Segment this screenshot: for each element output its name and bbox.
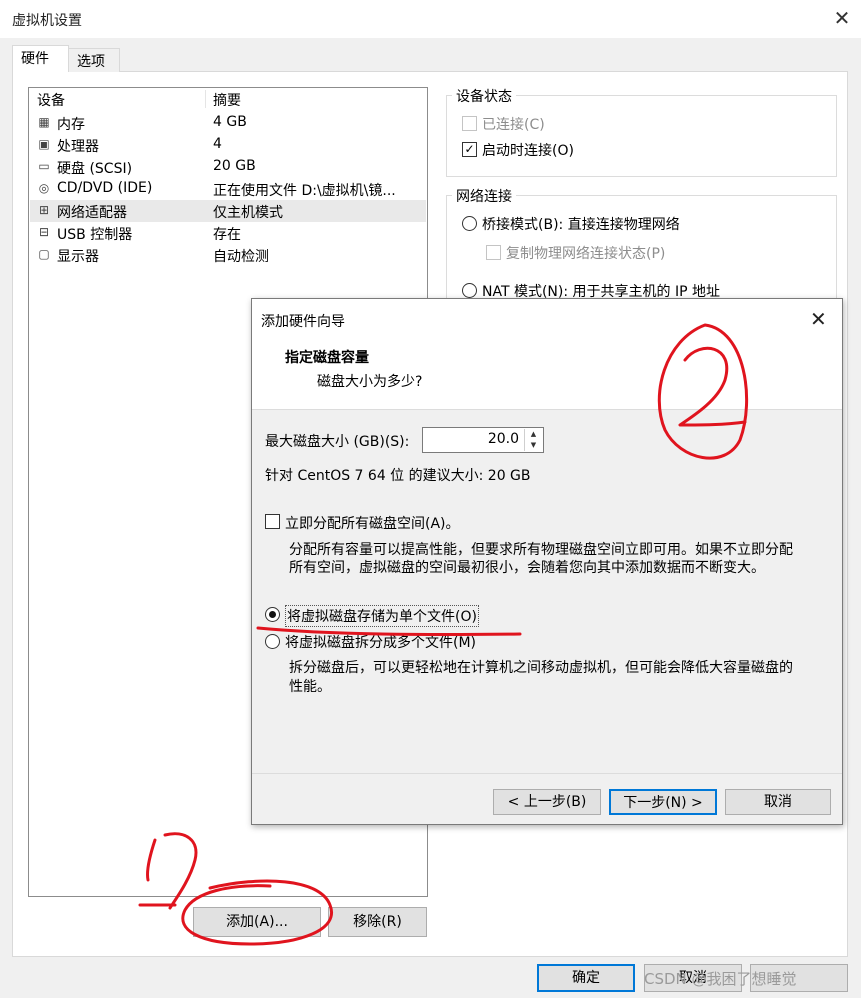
device-row-usb[interactable]: ⊟ USB 控制器 存在: [30, 222, 426, 244]
device-summary: 4: [213, 136, 222, 152]
split-desc-line-2: 性能。: [289, 679, 331, 695]
nat-radio[interactable]: [462, 283, 477, 298]
cd-dvd-icon: ◎: [38, 181, 50, 195]
add-hardware-button[interactable]: 添加(A)...: [193, 907, 321, 937]
replicate-state-label: 复制物理网络连接状态(P): [506, 246, 666, 262]
single-file-radio[interactable]: [265, 607, 280, 622]
next-button[interactable]: 下一步(N) >: [609, 789, 717, 815]
allocate-desc-line-2: 所有空间，虚拟磁盘的空间最初很小，会随着您向其中添加数据而不断变大。: [289, 560, 765, 576]
replicate-state-checkbox[interactable]: [486, 245, 501, 260]
watermark-text: CSDN @我困了想睡觉: [644, 970, 797, 988]
single-file-label: 将虚拟磁盘存储为单个文件(O): [285, 605, 479, 627]
stepper-buttons: ▲ ▼: [524, 429, 542, 451]
column-header-summary[interactable]: 摘要: [213, 90, 241, 110]
dialog-divider: [252, 773, 842, 774]
ok-button[interactable]: 确定: [537, 964, 635, 992]
device-summary: 20 GB: [213, 158, 256, 174]
device-name: 网络适配器: [57, 205, 127, 221]
cpu-icon: ▣: [38, 137, 50, 151]
memory-icon: ▦: [38, 115, 50, 129]
allocate-all-label: 立即分配所有磁盘空间(A)。: [285, 516, 460, 532]
device-row-memory[interactable]: ▦ 内存 4 GB: [30, 112, 426, 134]
device-row-network-adapter[interactable]: ⊞ 网络适配器 仅主机模式: [30, 200, 426, 222]
device-summary: 自动检测: [213, 249, 269, 265]
max-disk-size-value: 20.0: [487, 431, 519, 447]
connected-label: 已连接(C): [482, 117, 545, 133]
device-name: 显示器: [57, 249, 99, 265]
device-name: USB 控制器: [57, 227, 133, 243]
device-summary: 4 GB: [213, 114, 247, 130]
max-disk-size-stepper[interactable]: 20.0 ▲ ▼: [422, 427, 544, 453]
device-status-title: 设备状态: [452, 86, 516, 106]
dialog-cancel-button[interactable]: 取消: [725, 789, 831, 815]
split-desc-line-1: 拆分磁盘后，可以更轻松地在计算机之间移动虚拟机，但可能会降低大容量磁盘的: [289, 660, 793, 676]
remove-hardware-button[interactable]: 移除(R): [328, 907, 427, 937]
dialog-title: 添加硬件向导: [261, 314, 345, 330]
device-summary: 仅主机模式: [213, 205, 283, 221]
device-name: 处理器: [57, 139, 99, 155]
tab-options[interactable]: 选项: [68, 48, 120, 72]
stepper-up-icon[interactable]: ▲: [525, 429, 542, 440]
device-name: 内存: [57, 117, 85, 133]
multi-file-radio[interactable]: [265, 634, 280, 649]
device-row-hard-disk[interactable]: ▭ 硬盘 (SCSI) 20 GB: [30, 156, 426, 178]
allocate-desc-line-1: 分配所有容量可以提高性能，但要求所有物理磁盘空间立即可用。如果不立即分配: [289, 542, 793, 558]
device-name: CD/DVD (IDE): [57, 180, 153, 196]
multi-file-label: 将虚拟磁盘拆分成多个文件(M): [285, 635, 477, 651]
window-title: 虚拟机设置: [12, 13, 82, 29]
network-connection-title: 网络连接: [452, 186, 516, 206]
dialog-heading: 指定磁盘容量: [285, 350, 369, 366]
dialog-close-icon[interactable]: ✕: [810, 307, 827, 331]
dialog-subheading: 磁盘大小为多少?: [317, 374, 423, 390]
close-icon[interactable]: ✕: [830, 6, 854, 30]
display-icon: ▢: [38, 247, 50, 261]
connect-at-power-on-checkbox[interactable]: ✓: [462, 142, 477, 157]
recommended-size-text: 针对 CentOS 7 64 位 的建议大小: 20 GB: [265, 468, 531, 484]
device-name: 硬盘 (SCSI): [57, 161, 133, 177]
network-adapter-icon: ⊞: [38, 203, 50, 217]
bridged-radio[interactable]: [462, 216, 477, 231]
add-hardware-wizard-dialog: 添加硬件向导 ✕ 指定磁盘容量 磁盘大小为多少? 最大磁盘大小 (GB)(S):…: [251, 298, 843, 825]
back-button[interactable]: < 上一步(B): [493, 789, 601, 815]
device-row-cd-dvd[interactable]: ◎ CD/DVD (IDE) 正在使用文件 D:\虚拟机\镜...: [30, 178, 426, 200]
device-summary: 存在: [213, 227, 241, 243]
dialog-header: 添加硬件向导 ✕ 指定磁盘容量 磁盘大小为多少?: [252, 299, 842, 410]
hard-disk-icon: ▭: [38, 159, 50, 173]
device-row-display[interactable]: ▢ 显示器 自动检测: [30, 244, 426, 266]
tab-hardware[interactable]: 硬件: [12, 45, 69, 72]
bridged-label: 桥接模式(B): 直接连接物理网络: [482, 217, 680, 233]
connected-checkbox[interactable]: [462, 116, 477, 131]
column-divider: [205, 90, 206, 108]
stepper-down-icon[interactable]: ▼: [525, 440, 542, 451]
device-summary: 正在使用文件 D:\虚拟机\镜...: [213, 183, 396, 199]
device-status-group: [446, 95, 837, 177]
allocate-all-checkbox[interactable]: [265, 514, 280, 529]
max-disk-size-label: 最大磁盘大小 (GB)(S):: [265, 434, 410, 450]
usb-icon: ⊟: [38, 225, 50, 239]
window-title-bar: 虚拟机设置 ✕: [0, 0, 861, 38]
connect-at-power-on-label: 启动时连接(O): [482, 143, 574, 159]
device-row-processor[interactable]: ▣ 处理器 4: [30, 134, 426, 156]
column-header-device[interactable]: 设备: [37, 90, 65, 110]
